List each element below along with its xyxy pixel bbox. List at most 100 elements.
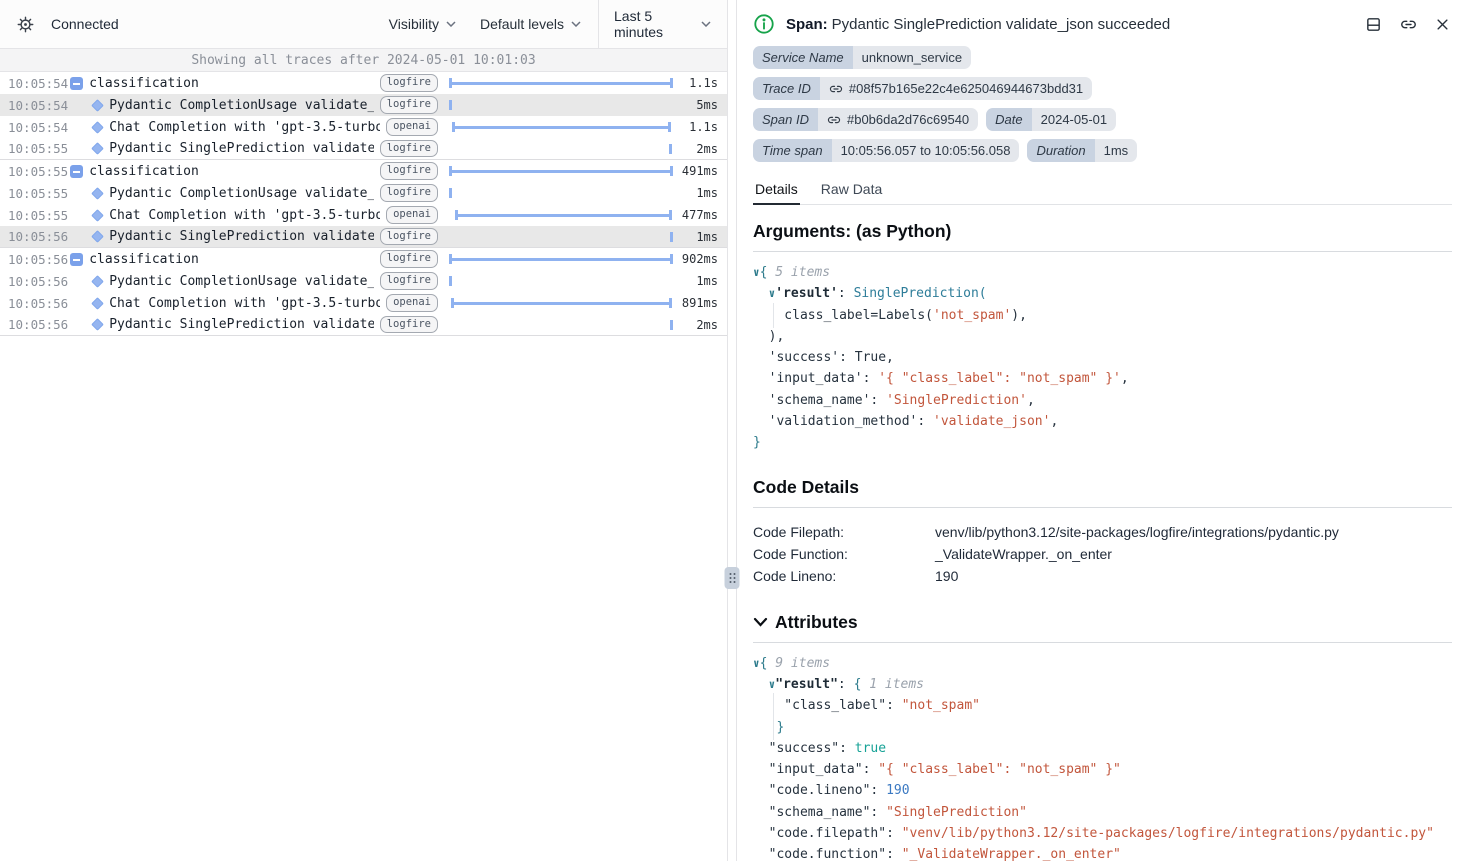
scope-tag: logfire: [380, 184, 438, 202]
span-duration-label: 2ms: [673, 318, 727, 332]
code-token: 5 items: [775, 265, 830, 280]
copy-link-button[interactable]: [1398, 14, 1419, 35]
scope-tag: logfire: [380, 96, 438, 114]
code-token: :: [839, 350, 855, 365]
span-duration-bar: [449, 204, 673, 226]
span-marker: [93, 211, 102, 220]
trace-timestamp: 10:05:55: [0, 141, 68, 156]
close-icon: [1435, 17, 1450, 32]
scope-tag: logfire: [380, 316, 438, 334]
default-levels-dropdown[interactable]: Default levels: [480, 16, 581, 32]
collapse-toggle[interactable]: [70, 253, 83, 266]
trace-timestamp: 10:05:54: [0, 120, 68, 135]
trace-row[interactable]: 10:05:55classificationlogfire491ms: [0, 160, 727, 182]
link-icon[interactable]: [827, 113, 841, 127]
trace-list: 10:05:54classificationlogfire1.1s10:05:5…: [0, 72, 727, 861]
panel-resize-handle[interactable]: [725, 567, 740, 589]
span-diamond-icon: [91, 142, 104, 155]
expand-chevron-icon[interactable]: ∨: [753, 266, 760, 279]
tab-raw-data[interactable]: Raw Data: [819, 173, 884, 205]
code-token: "schema_name": [753, 805, 870, 820]
code-token: 'schema_name': [753, 393, 870, 408]
scope-tag: logfire: [380, 162, 438, 180]
collapse-toggle[interactable]: [70, 165, 83, 178]
trace-row[interactable]: 10:05:56classificationlogfire902ms: [0, 248, 727, 270]
visibility-dropdown[interactable]: Visibility: [389, 16, 456, 32]
trace-row[interactable]: 10:05:55Pydantic SinglePrediction valida…: [0, 138, 727, 160]
code-token: "input_data": [753, 762, 863, 777]
code-line: "code.lineno": 190: [753, 780, 1452, 801]
trace-timestamp: 10:05:54: [0, 76, 68, 91]
badge-label: Time span: [753, 139, 832, 162]
code-token: "result": [775, 677, 838, 692]
chevron-down-icon: [753, 617, 768, 627]
badge-value: 1ms: [1095, 139, 1138, 162]
trace-timestamp: 10:05:56: [0, 274, 68, 289]
link-icon[interactable]: [829, 82, 843, 96]
trace-span-name: Pydantic SinglePrediction validate_json: [109, 317, 374, 332]
span-badge: Date2024-05-01: [986, 108, 1116, 131]
time-range-dropdown[interactable]: Last 5 minutes: [598, 0, 727, 48]
badge-value: 2024-05-01: [1032, 108, 1117, 131]
span-marker: [93, 232, 102, 241]
bar-cap: [449, 166, 452, 176]
span-duration-bar: [449, 94, 673, 116]
attributes-json-code: ∨{ 9 items ∨"result": { 1 items "class_l…: [753, 643, 1452, 861]
badge-label: Service Name: [753, 46, 853, 69]
code-line: ∨'result': SinglePrediction(: [753, 283, 1452, 304]
code-token: 'success': [753, 350, 839, 365]
trace-row[interactable]: 10:05:55Pydantic CompletionUsage validat…: [0, 182, 727, 204]
expand-chevron-icon[interactable]: ∨: [753, 657, 760, 670]
span-duration-bar: [449, 248, 673, 270]
split-view-icon: [1365, 16, 1382, 33]
attributes-heading: Attributes: [775, 612, 858, 633]
span-detail-panel: Span:Pydantic SinglePrediction validate_…: [736, 0, 1472, 861]
code-token: {: [760, 265, 776, 280]
trace-row[interactable]: 10:05:56Pydantic SinglePrediction valida…: [0, 314, 727, 336]
trace-row[interactable]: 10:05:54Pydantic CompletionUsage validat…: [0, 94, 727, 116]
code-token: ,: [1121, 371, 1129, 386]
span-diamond-icon: [91, 187, 104, 200]
code-line: 'input_data': '{ "class_label": "not_spa…: [753, 368, 1452, 389]
attributes-heading-row[interactable]: Attributes: [753, 612, 1452, 643]
trace-row[interactable]: 10:05:55Chat Completion with 'gpt-3.5-tu…: [0, 204, 727, 226]
bar-cap: [455, 210, 458, 220]
code-token: "success": [753, 741, 839, 756]
span-marker: [93, 320, 102, 329]
bar-tick: [449, 276, 452, 286]
code-detail-value: _ValidateWrapper._on_enter: [935, 543, 1112, 565]
trace-row[interactable]: 10:05:54Chat Completion with 'gpt-3.5-tu…: [0, 116, 727, 138]
close-button[interactable]: [1433, 15, 1452, 34]
scope-tag: logfire: [380, 74, 438, 92]
bar-cap: [669, 210, 672, 220]
trace-row[interactable]: 10:05:56Chat Completion with 'gpt-3.5-tu…: [0, 292, 727, 314]
bar-line: [452, 126, 671, 129]
code-token: class_label=Labels(: [753, 308, 933, 323]
code-line: "code.function": "_ValidateWrapper._on_e…: [753, 844, 1452, 861]
connection-status: Connected: [51, 16, 119, 32]
code-token: }: [753, 720, 784, 735]
badge-value: 10:05:56.057 to 10:05:56.058: [832, 139, 1020, 162]
collapse-toggle[interactable]: [70, 77, 83, 90]
trace-row[interactable]: 10:05:54classificationlogfire1.1s: [0, 72, 727, 94]
bar-cap: [449, 254, 452, 264]
split-view-button[interactable]: [1363, 14, 1384, 35]
settings-gear-button[interactable]: [15, 14, 36, 35]
span-title-prefix: Span:: [786, 16, 828, 33]
bar-cap: [670, 166, 673, 176]
trace-filter-banner: Showing all traces after 2024-05-01 10:0…: [0, 49, 727, 72]
span-diamond-icon: [91, 297, 104, 310]
code-token: ),: [753, 329, 784, 344]
trace-row[interactable]: 10:05:56Pydantic CompletionUsage validat…: [0, 270, 727, 292]
code-token: {: [854, 677, 870, 692]
link-icon: [1400, 16, 1417, 33]
span-badge: Time span10:05:56.057 to 10:05:56.058: [753, 139, 1019, 162]
trace-span-name: Pydantic CompletionUsage validate_python: [109, 186, 374, 201]
badge-value-text: 1ms: [1104, 143, 1129, 158]
visibility-dropdown-label: Visibility: [389, 16, 439, 32]
bar-line: [455, 214, 672, 217]
tab-details[interactable]: Details: [753, 173, 800, 205]
code-line: ∨"result": { 1 items: [753, 674, 1452, 695]
trace-panel: Connected Visibility Default levels Last…: [0, 0, 728, 861]
trace-row[interactable]: 10:05:56Pydantic SinglePrediction valida…: [0, 226, 727, 248]
